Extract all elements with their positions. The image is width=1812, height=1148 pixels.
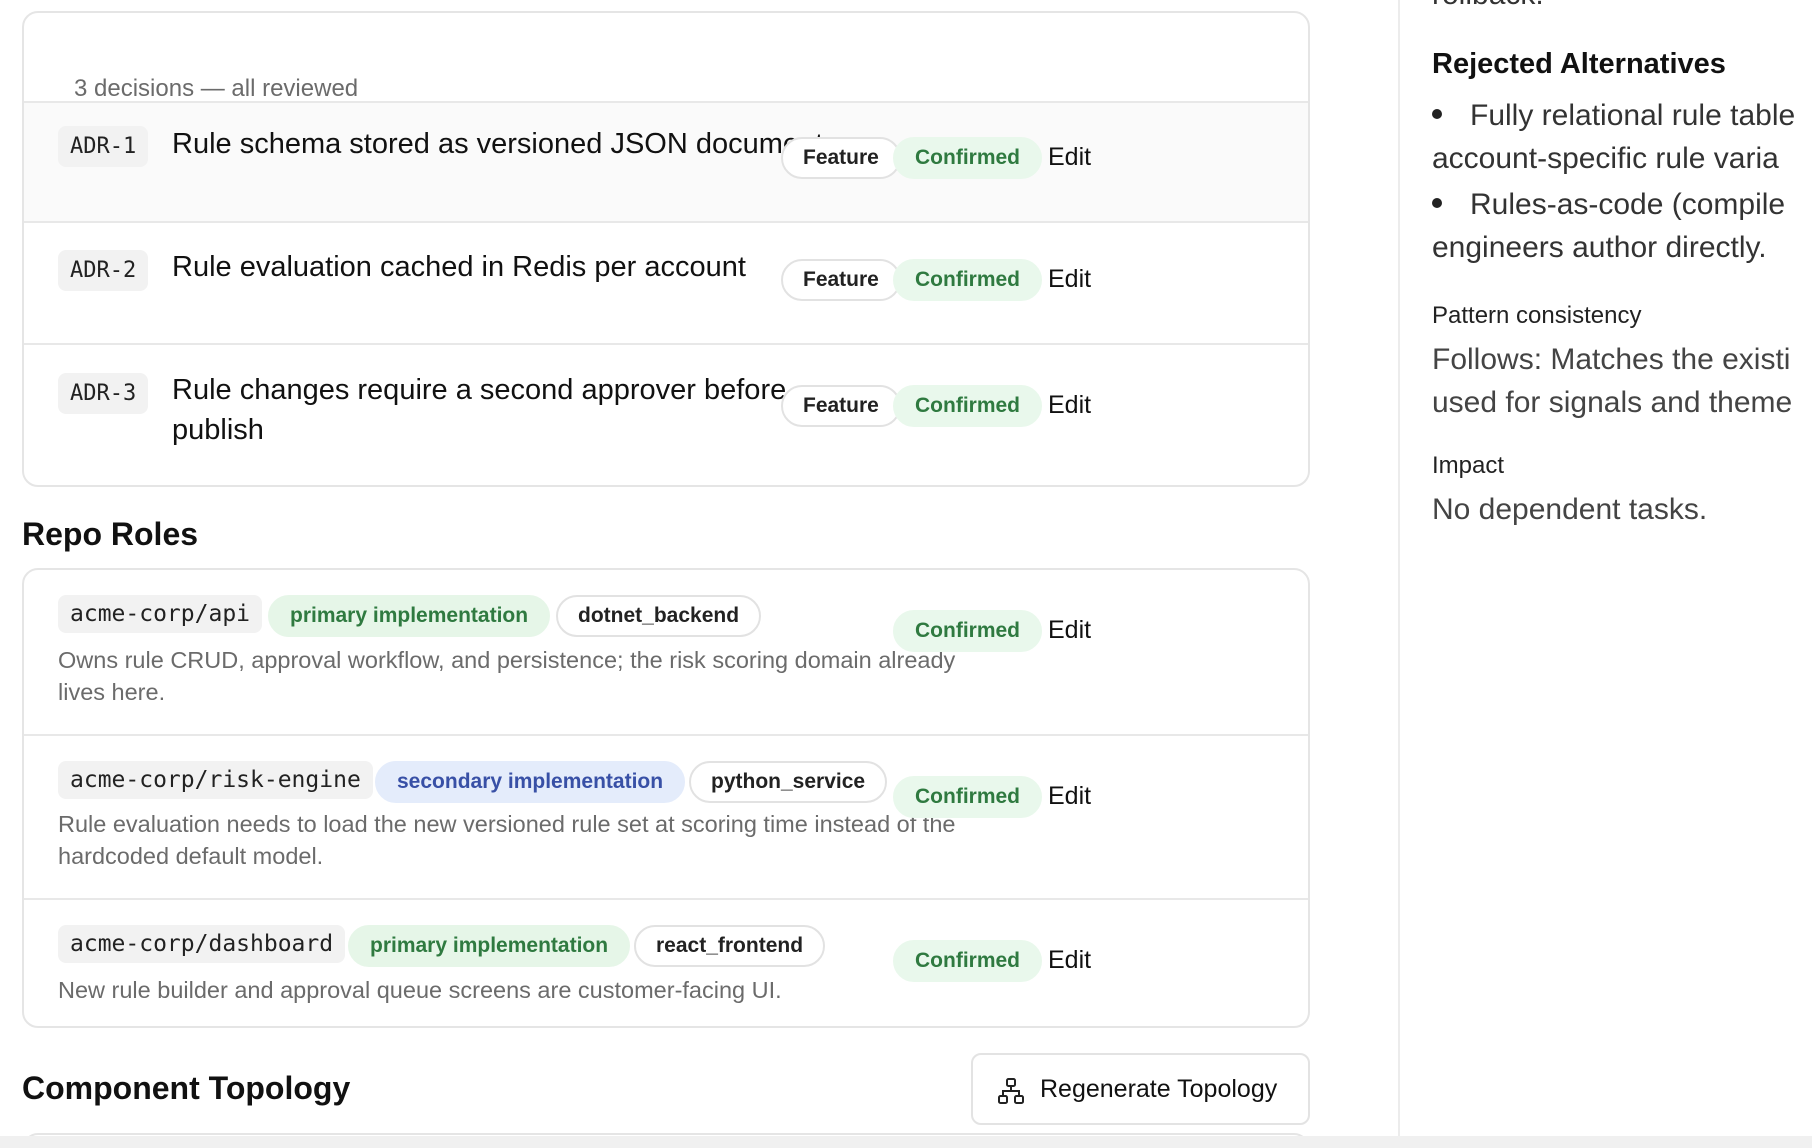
decision-row: ADR-1 Rule schema stored as versioned JS… bbox=[24, 101, 1308, 221]
decisions-summary: 3 decisions — all reviewed bbox=[74, 75, 359, 102]
detail-panel: rollback. Rejected Alternatives Fully re… bbox=[1400, 0, 1812, 1148]
bullet-icon bbox=[1432, 198, 1442, 209]
status-badge: Confirmed bbox=[893, 259, 1042, 301]
adr-id-badge: ADR-3 bbox=[58, 373, 149, 414]
rejected-alternative-item-continued: engineers author directly. bbox=[1432, 231, 1767, 264]
decisions-card: 3 decisions — all reviewed ADR-1 Rule sc… bbox=[22, 11, 1310, 487]
edit-button[interactable]: Edit bbox=[1048, 782, 1091, 811]
repo-role-row: acme-corp/api primary implementation dot… bbox=[24, 570, 1308, 734]
decision-type-badge: Feature bbox=[781, 385, 901, 427]
status-badge: Confirmed bbox=[893, 137, 1042, 179]
decision-title: Rule changes require a second approver b… bbox=[172, 374, 787, 446]
network-topology-icon bbox=[998, 1078, 1024, 1104]
role-description: Owns rule CRUD, approval workflow, and p… bbox=[58, 647, 956, 705]
edit-button[interactable]: Edit bbox=[1048, 265, 1091, 294]
regenerate-topology-button[interactable]: Regenerate Topology bbox=[971, 1053, 1310, 1125]
impact-label: Impact bbox=[1432, 452, 1505, 479]
rejected-alternatives-heading: Rejected Alternatives bbox=[1432, 48, 1726, 80]
status-badge: Confirmed bbox=[893, 776, 1042, 818]
role-description: Rule evaluation needs to load the new ve… bbox=[58, 811, 956, 869]
adr-id-badge: ADR-2 bbox=[58, 250, 149, 291]
edit-button[interactable]: Edit bbox=[1048, 946, 1091, 975]
regenerate-topology-label: Regenerate Topology bbox=[1040, 1075, 1278, 1103]
rejected-alternative-item-continued: account-specific rule varia bbox=[1432, 142, 1779, 175]
pattern-consistency-label: Pattern consistency bbox=[1432, 302, 1642, 329]
edit-button[interactable]: Edit bbox=[1048, 616, 1091, 645]
decision-type-badge: Feature bbox=[781, 137, 901, 179]
edit-button[interactable]: Edit bbox=[1048, 143, 1091, 172]
status-badge: Confirmed bbox=[893, 385, 1042, 427]
adr-id-badge: ADR-1 bbox=[58, 126, 149, 167]
role-badge: primary implementation bbox=[268, 595, 551, 637]
role-badge: secondary implementation bbox=[375, 761, 686, 803]
repo-roles-heading: Repo Roles bbox=[22, 516, 199, 552]
repo-name: acme-corp/api bbox=[58, 595, 263, 633]
role-badge: primary implementation bbox=[348, 925, 631, 967]
status-badge: Confirmed bbox=[893, 940, 1042, 982]
repo-role-row: acme-corp/dashboard primary implementati… bbox=[24, 898, 1308, 1026]
rejected-alternative-item: Fully relational rule table bbox=[1432, 94, 1812, 137]
repo-role-row: acme-corp/risk-engine secondary implemen… bbox=[24, 734, 1308, 898]
decision-row: ADR-3 Rule changes require a second appr… bbox=[24, 343, 1308, 485]
clipped-text: rollback. bbox=[1432, 0, 1544, 12]
decision-type-badge: Feature bbox=[781, 259, 901, 301]
decision-row: ADR-2 Rule evaluation cached in Redis pe… bbox=[24, 221, 1308, 343]
status-badge: Confirmed bbox=[893, 610, 1042, 652]
component-topology-heading: Component Topology bbox=[22, 1070, 351, 1106]
impact-text: No dependent tasks. bbox=[1432, 493, 1708, 526]
stack-badge: react_frontend bbox=[634, 925, 826, 967]
stack-badge: dotnet_backend bbox=[556, 595, 762, 637]
rejected-alternative-item: Rules-as-code (compile bbox=[1432, 183, 1812, 226]
role-description: New rule builder and approval queue scre… bbox=[58, 977, 782, 1003]
horizontal-scrollbar[interactable] bbox=[0, 1136, 1812, 1148]
repo-roles-card: acme-corp/api primary implementation dot… bbox=[22, 568, 1310, 1028]
pattern-consistency-text-continued: used for signals and theme bbox=[1432, 386, 1793, 419]
stack-badge: python_service bbox=[689, 761, 888, 803]
main-content: 3 decisions — all reviewed ADR-1 Rule sc… bbox=[0, 0, 1340, 1148]
edit-button[interactable]: Edit bbox=[1048, 391, 1091, 420]
bullet-icon bbox=[1432, 109, 1442, 120]
pattern-consistency-text: Follows: Matches the existi bbox=[1432, 343, 1791, 376]
repo-name: acme-corp/dashboard bbox=[58, 925, 346, 963]
repo-name: acme-corp/risk-engine bbox=[58, 761, 373, 799]
